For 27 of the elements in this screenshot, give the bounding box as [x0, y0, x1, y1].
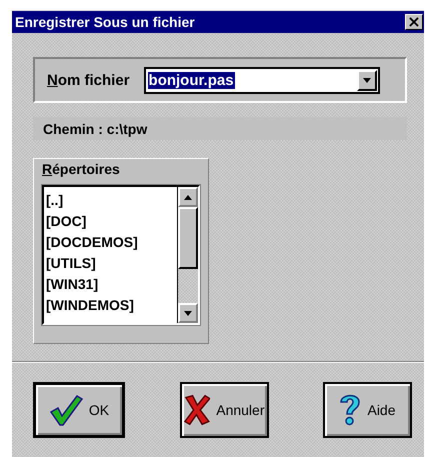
cross-icon [184, 394, 210, 426]
directory-item[interactable]: [..] [46, 190, 175, 211]
directory-item[interactable]: [UTILS] [46, 253, 175, 274]
scroll-up-button[interactable] [178, 187, 198, 207]
filename-value: bonjour.pas [148, 72, 235, 88]
directory-item[interactable]: [WIN31] [46, 274, 175, 295]
scrollbar[interactable] [177, 187, 198, 323]
window-title: Enregistrer Sous un fichier [15, 14, 195, 30]
down-arrow-icon [362, 78, 371, 82]
cancel-button[interactable]: Annuler [180, 382, 268, 438]
filename-combo-box[interactable]: bonjour.pas [144, 66, 380, 94]
help-button[interactable]: Aide [323, 382, 412, 438]
scroll-thumb[interactable] [178, 207, 198, 269]
question-mark-icon [339, 393, 362, 427]
directory-item[interactable]: [DOC] [46, 211, 175, 232]
filename-label: Nom fichier [47, 72, 130, 88]
ok-button[interactable]: OK [33, 382, 125, 438]
directory-item[interactable]: [DOCDEMOS] [46, 232, 175, 253]
directories-label: Répertoires [42, 161, 121, 177]
directory-item[interactable]: [WINDEMOS] [46, 295, 175, 316]
scroll-down-button[interactable] [178, 303, 198, 323]
dropdown-button[interactable] [356, 70, 377, 90]
down-arrow-icon [184, 310, 192, 316]
path-text: Chemin : c:\tpw [33, 117, 407, 140]
checkmark-icon [48, 394, 83, 426]
close-button[interactable]: × [405, 14, 423, 30]
up-arrow-icon [184, 194, 192, 200]
